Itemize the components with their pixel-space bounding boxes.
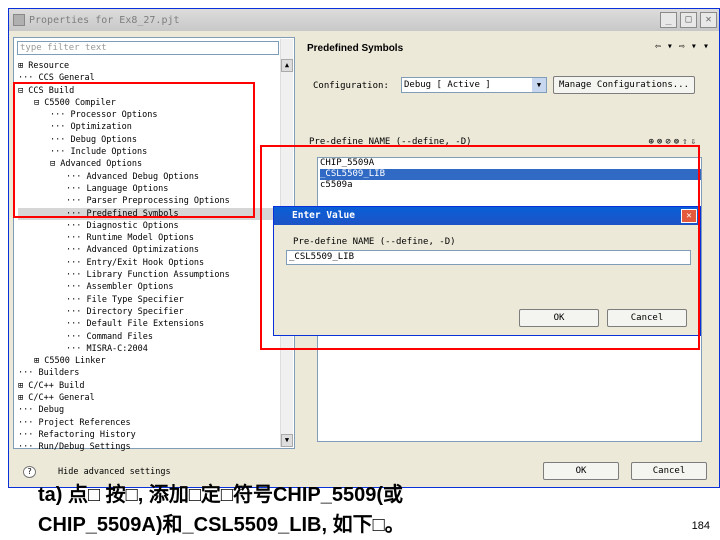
scroll-up-arrow-icon[interactable]: ▲ bbox=[281, 59, 293, 72]
annotation-box-dialog bbox=[260, 145, 700, 350]
tree-item[interactable]: ··· Library Function Assumptions bbox=[18, 269, 280, 281]
tree-item[interactable]: ··· Directory Specifier bbox=[18, 306, 280, 318]
annotation-box-tree bbox=[13, 82, 255, 218]
tree-item[interactable]: ··· Default File Extensions bbox=[18, 318, 280, 330]
manage-configurations-button[interactable]: Manage Configurations... bbox=[553, 76, 695, 94]
chevron-down-icon[interactable]: ▼ bbox=[532, 78, 546, 92]
tree-item[interactable]: ··· Run/Debug Settings bbox=[18, 441, 280, 453]
panel-header: Predefined Symbols bbox=[307, 43, 404, 54]
ok-button[interactable]: OK bbox=[543, 462, 619, 480]
close-button[interactable]: ✕ bbox=[700, 12, 717, 28]
scroll-down-arrow-icon[interactable]: ▼ bbox=[281, 434, 293, 447]
tree-item[interactable]: ··· MISRA-C:2004 bbox=[18, 343, 280, 355]
filter-input[interactable]: type filter text bbox=[17, 41, 279, 55]
tree-item[interactable]: ⊞ C5500 Linker bbox=[18, 355, 280, 367]
tree-item[interactable]: ··· Assembler Options bbox=[18, 281, 280, 293]
window-title: Properties for Ex8_27.pjt bbox=[29, 14, 180, 26]
tree-item[interactable]: ⊞ Resource bbox=[18, 60, 280, 72]
hide-advanced-link[interactable]: Hide advanced settings bbox=[58, 467, 171, 477]
tree-item[interactable]: ··· File Type Specifier bbox=[18, 294, 280, 306]
caption-line-2: CHIP_5509A)和_CSL5509_LIB, 如下□。 bbox=[38, 514, 405, 536]
window-icon bbox=[13, 14, 25, 26]
tree-item[interactable]: ··· Debug bbox=[18, 404, 280, 416]
configuration-value: Debug [ Active ] bbox=[404, 80, 491, 90]
page-number: 184 bbox=[691, 520, 710, 532]
tree-item[interactable]: ··· Runtime Model Options bbox=[18, 232, 280, 244]
caption-line-1: ta) 点□ 按□, 添加□定□符号CHIP_5509(或 bbox=[38, 484, 404, 506]
help-icon[interactable]: ? bbox=[23, 466, 36, 478]
tree-item[interactable]: ··· Command Files bbox=[18, 331, 280, 343]
tree-item[interactable]: ··· Diagnostic Options bbox=[18, 220, 280, 232]
configuration-label: Configuration: bbox=[313, 81, 389, 91]
tree-item[interactable]: ··· Refactoring History bbox=[18, 429, 280, 441]
tree-item[interactable]: ⊞ C/C++ General bbox=[18, 392, 280, 404]
maximize-button[interactable]: □ bbox=[680, 12, 697, 28]
tree-item[interactable]: ··· Builders bbox=[18, 367, 280, 379]
tree-item[interactable]: ··· Entry/Exit Hook Options bbox=[18, 257, 280, 269]
cancel-button[interactable]: Cancel bbox=[631, 462, 707, 480]
tree-item[interactable]: ··· Advanced Optimizations bbox=[18, 244, 280, 256]
title-bar: Properties for Ex8_27.pjt _ □ ✕ bbox=[9, 9, 719, 31]
minimize-button[interactable]: _ bbox=[660, 12, 677, 28]
tree-item[interactable]: ⊞ C/C++ Build bbox=[18, 380, 280, 392]
tree-item[interactable]: ··· Project References bbox=[18, 417, 280, 429]
navigation-arrows-icon[interactable]: ⇦ ▾ ⇨ ▾ ▾ bbox=[655, 41, 709, 52]
configuration-select[interactable]: Debug [ Active ] ▼ bbox=[401, 77, 547, 93]
